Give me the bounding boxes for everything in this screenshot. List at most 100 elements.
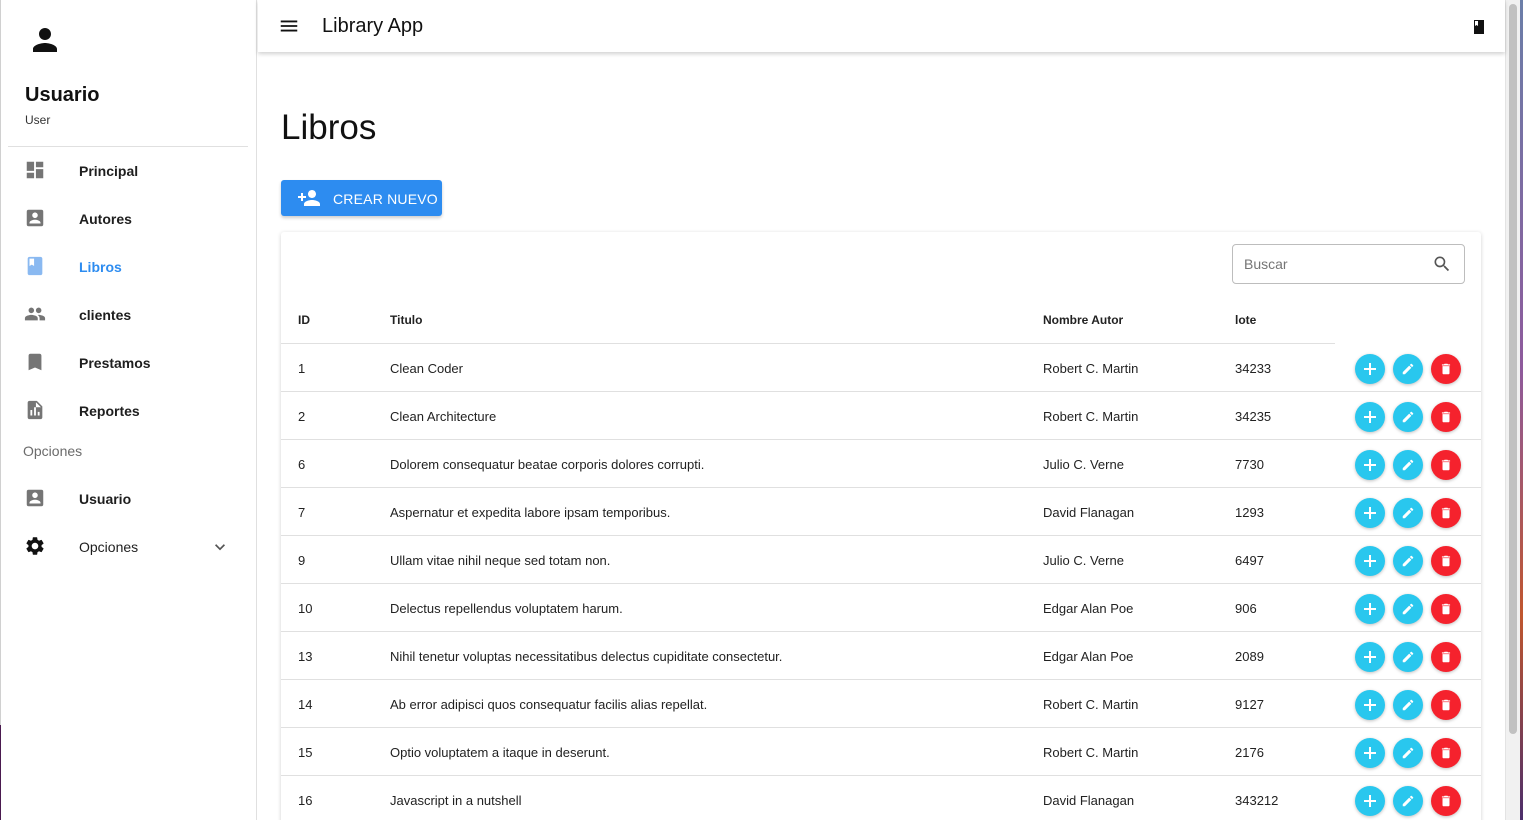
edit-button[interactable] <box>1393 642 1423 672</box>
cell-titulo: Clean Coder <box>390 361 463 376</box>
contact-card-icon <box>26 209 44 227</box>
cell-titulo: Javascript in a nutshell <box>390 793 522 808</box>
sidebar-item-reportes[interactable]: Reportes <box>0 387 250 435</box>
edit-button[interactable] <box>1393 786 1423 816</box>
sidebar-item-label: Opciones <box>79 539 139 555</box>
edit-button[interactable] <box>1393 594 1423 624</box>
edit-button[interactable] <box>1393 690 1423 720</box>
delete-button[interactable] <box>1431 690 1461 720</box>
page-scrollbar[interactable] <box>1505 0 1520 820</box>
delete-button[interactable] <box>1431 498 1461 528</box>
cell-autor: Robert C. Martin <box>1043 409 1139 424</box>
cell-id: 9 <box>298 553 306 568</box>
table-row[interactable]: 16 Javascript in a nutshell David Flanagan… <box>281 776 1481 820</box>
cell-id: 2 <box>298 409 306 424</box>
cell-id: 10 <box>298 601 313 616</box>
add-button[interactable] <box>1355 498 1385 528</box>
search-input[interactable] <box>1234 246 1414 282</box>
dashboard-icon <box>26 161 44 179</box>
cell-titulo: Nihil tenetur voluptas necessitatibus de… <box>390 649 783 664</box>
edit-button[interactable] <box>1393 546 1423 576</box>
delete-button[interactable] <box>1431 402 1461 432</box>
table-row[interactable]: 6 Dolorem consequatur beatae corporis dol… <box>281 440 1481 488</box>
sidebar-item-opciones[interactable]: Opciones <box>0 523 250 571</box>
cell-id: 16 <box>298 793 313 808</box>
cell-titulo: Clean Architecture <box>390 409 497 424</box>
edit-button[interactable] <box>1393 738 1423 768</box>
table-row[interactable]: 14 Ab error adipisci quos consequatur fac… <box>281 680 1481 728</box>
table-row[interactable]: 9 Ullam vitae nihil neque sed totam non. J… <box>281 536 1481 584</box>
sidebar-section-label: Opciones <box>23 443 83 459</box>
delete-button[interactable] <box>1431 594 1461 624</box>
sidebar-item-libros[interactable]: Libros <box>0 243 250 291</box>
add-button[interactable] <box>1355 690 1385 720</box>
add-button[interactable] <box>1355 786 1385 816</box>
delete-button[interactable] <box>1431 642 1461 672</box>
delete-button[interactable] <box>1431 786 1461 816</box>
hamburger-menu-icon[interactable] <box>278 15 300 37</box>
delete-button[interactable] <box>1431 738 1461 768</box>
column-header-autor[interactable]: Nombre Autor <box>1043 313 1123 327</box>
gear-icon <box>26 537 44 555</box>
cell-titulo: Ullam vitae nihil neque sed totam non. <box>390 553 611 568</box>
edit-button[interactable] <box>1393 402 1423 432</box>
sidebar-item-usuario[interactable]: Usuario <box>0 475 250 523</box>
add-button[interactable] <box>1355 450 1385 480</box>
cell-lote: 9127 <box>1235 697 1264 712</box>
sidebar-item-clientes[interactable]: clientes <box>0 291 250 339</box>
add-button[interactable] <box>1355 546 1385 576</box>
cell-lote: 6497 <box>1235 553 1264 568</box>
sidebar-item-label: clientes <box>79 307 132 323</box>
add-button[interactable] <box>1355 402 1385 432</box>
cell-lote: 7730 <box>1235 457 1264 472</box>
delete-button[interactable] <box>1431 354 1461 384</box>
table-row[interactable]: 10 Delectus repellendus voluptatem harum.… <box>281 584 1481 632</box>
column-header-id[interactable]: ID <box>298 313 310 327</box>
add-button[interactable] <box>1355 738 1385 768</box>
sidebar-item-label: Reportes <box>79 403 140 419</box>
edit-button[interactable] <box>1393 498 1423 528</box>
bookmark-icon <box>28 353 42 371</box>
profile-name: Usuario <box>25 84 100 106</box>
cell-titulo: Delectus repellendus voluptatem harum. <box>390 601 623 616</box>
cell-lote: 2089 <box>1235 649 1264 664</box>
table-row[interactable]: 13 Nihil tenetur voluptas necessitatibus … <box>281 632 1481 680</box>
sidebar-item-label: Prestamos <box>79 355 151 371</box>
book-icon[interactable] <box>1473 20 1485 34</box>
cell-titulo: Dolorem consequatur beatae corporis dolo… <box>390 457 705 472</box>
cell-lote: 34233 <box>1235 361 1272 376</box>
table-row[interactable]: 7 Aspernatur et expedita labore ipsam tem… <box>281 488 1481 536</box>
column-header-titulo[interactable]: Titulo <box>390 313 422 327</box>
table-row[interactable]: 15 Optio voluptatem a itaque in deserunt.… <box>281 728 1481 776</box>
books-table-card: ID Titulo Nombre Autor lote 1 Clean Coder… <box>281 232 1481 820</box>
scrollbar-thumb[interactable] <box>1509 4 1517 734</box>
app-window: Usuario User Principal Autores Libros cl… <box>0 0 1523 820</box>
sidebar-item-prestamos[interactable]: Prestamos <box>0 339 250 387</box>
add-button[interactable] <box>1355 594 1385 624</box>
sidebar-item-label: Usuario <box>79 491 132 507</box>
delete-button[interactable] <box>1431 450 1461 480</box>
sidebar-item-principal[interactable]: Principal <box>0 147 250 195</box>
chevron-down-icon[interactable] <box>210 537 230 557</box>
cell-autor: Edgar Alan Poe <box>1043 649 1134 664</box>
cell-lote: 2176 <box>1235 745 1264 760</box>
cell-titulo: Ab error adipisci quos consequatur facil… <box>390 697 708 712</box>
search-icon[interactable] <box>1432 254 1452 274</box>
sidebar-item-autores[interactable]: Autores <box>0 195 250 243</box>
add-button[interactable] <box>1355 642 1385 672</box>
cell-autor: Robert C. Martin <box>1043 361 1139 376</box>
cell-autor: David Flanagan <box>1043 505 1135 520</box>
edit-button[interactable] <box>1393 354 1423 384</box>
edit-button[interactable] <box>1393 450 1423 480</box>
column-header-lote[interactable]: lote <box>1235 313 1256 327</box>
table-row[interactable]: 2 Clean Architecture Robert C. Martin 34235 <box>281 392 1481 440</box>
cell-id: 7 <box>298 505 306 520</box>
add-button[interactable] <box>1355 354 1385 384</box>
cell-lote: 906 <box>1235 601 1257 616</box>
table-row[interactable]: 1 Clean Coder Robert C. Martin 34233 <box>281 344 1481 392</box>
cell-id: 1 <box>298 361 306 376</box>
create-new-button[interactable]: CREAR NUEVO <box>281 180 442 216</box>
delete-button[interactable] <box>1431 546 1461 576</box>
search-field[interactable] <box>1232 244 1465 284</box>
report-icon <box>27 400 43 420</box>
